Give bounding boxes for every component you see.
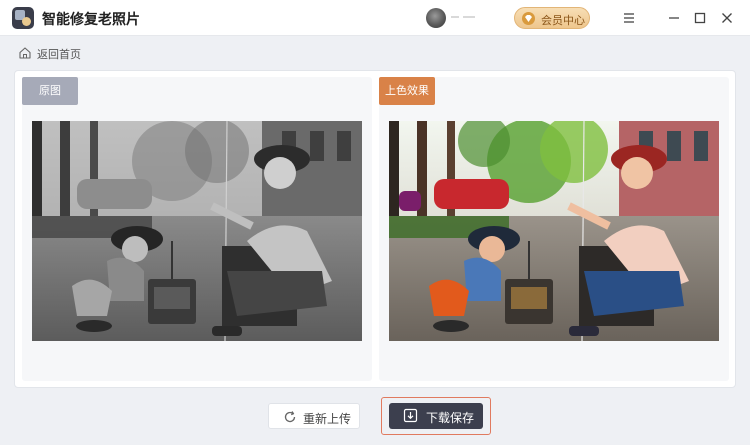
refresh-icon xyxy=(283,409,297,423)
avatar[interactable] xyxy=(426,8,446,28)
vip-center-button[interactable]: 会员中心 xyxy=(514,7,590,29)
colorized-tag: 上色效果 xyxy=(379,77,435,105)
reupload-button[interactable]: 重新上传 xyxy=(268,403,360,429)
comparison-card: 原图 上色效果 xyxy=(14,70,736,388)
diamond-icon xyxy=(522,12,535,25)
home-icon xyxy=(18,45,32,59)
back-home-label: 返回首页 xyxy=(37,48,81,61)
username-redacted xyxy=(451,12,477,22)
original-tag: 原图 xyxy=(22,77,78,105)
title-bar: 智能修复老照片 会员中心 xyxy=(0,0,750,36)
download-save-label: 下载保存 xyxy=(426,411,475,425)
action-bar: 重新上传 下载保存 xyxy=(0,392,750,445)
hamburger-icon[interactable] xyxy=(619,8,639,28)
download-icon xyxy=(403,408,418,423)
reupload-label: 重新上传 xyxy=(303,412,352,426)
close-icon[interactable] xyxy=(717,8,737,28)
app-title: 智能修复老照片 xyxy=(42,12,140,28)
original-panel: 原图 xyxy=(22,77,372,381)
vip-center-label: 会员中心 xyxy=(541,14,585,27)
colorized-photo xyxy=(389,121,719,341)
maximize-icon[interactable] xyxy=(690,8,710,28)
app-logo-icon xyxy=(12,7,34,29)
colorized-panel: 上色效果 xyxy=(379,77,729,381)
original-photo xyxy=(32,121,362,341)
download-save-button[interactable]: 下载保存 xyxy=(389,403,483,429)
minimize-icon[interactable] xyxy=(664,8,684,28)
